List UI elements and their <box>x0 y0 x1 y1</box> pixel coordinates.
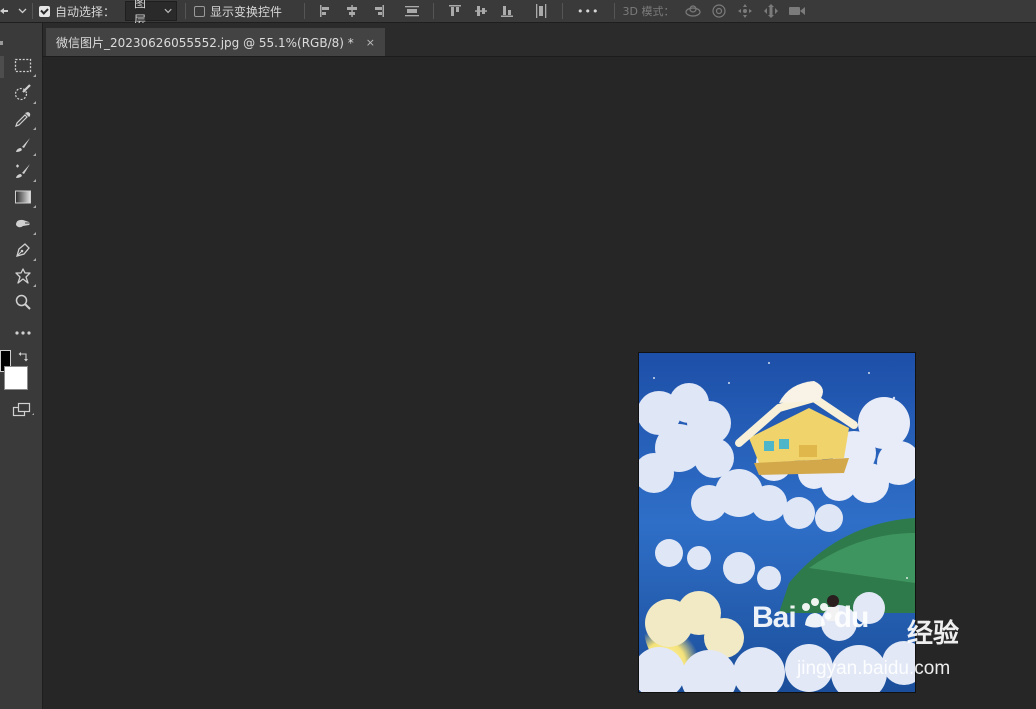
custom-shape-tool-icon <box>14 267 32 289</box>
align-top-icon[interactable] <box>442 0 468 22</box>
tool-more[interactable] <box>8 318 38 342</box>
3d-roll-icon[interactable] <box>706 0 732 22</box>
tool-brush[interactable] <box>8 135 38 159</box>
document-tab-bar: 微信图片_20230626055552.jpg @ 55.1%(RGB/8) *… <box>43 23 1036 57</box>
smudge-tool-icon <box>14 216 32 236</box>
tool-custom-shape[interactable] <box>8 266 38 290</box>
baidu-logo-suffix: du <box>833 601 870 634</box>
3d-orbit-icon[interactable] <box>680 0 706 22</box>
divider <box>562 3 564 19</box>
divider <box>304 3 306 19</box>
tool-zoom[interactable] <box>8 292 38 316</box>
3d-mode-label: 3D 模式： <box>622 5 675 18</box>
align-vertical-center-icon[interactable] <box>468 0 494 22</box>
more-options-button[interactable]: ••• <box>571 0 605 22</box>
gradient-tool-icon <box>14 189 32 209</box>
align-horizontal-center-icon[interactable] <box>339 0 365 22</box>
auto-select-target-dropdown[interactable]: 图层 <box>125 0 178 27</box>
jingyan-url: jingyan.baidu.com <box>797 658 951 679</box>
auto-select-label: 自动选择： <box>55 4 116 19</box>
move-tool-icon[interactable] <box>0 0 14 22</box>
3d-slide-icon[interactable] <box>758 0 784 22</box>
toolbar-grip <box>0 41 3 45</box>
tool-marquee[interactable] <box>8 56 38 80</box>
screen-mode-button[interactable] <box>12 402 34 418</box>
history-brush-tool-icon <box>14 162 32 184</box>
divider <box>32 3 33 19</box>
quick-selection-tool-icon <box>14 84 32 106</box>
tool-pen[interactable] <box>8 240 38 264</box>
swap-colors-icon[interactable] <box>18 348 30 362</box>
baidu-logo: Bai du <box>752 597 870 639</box>
brush-tool-icon <box>14 136 32 158</box>
tool-eyedropper[interactable] <box>8 109 38 133</box>
show-transform-checkbox[interactable] <box>194 5 206 17</box>
marquee-tool-icon <box>14 58 32 78</box>
chevron-down-icon <box>164 8 172 14</box>
align-left-icon[interactable] <box>313 0 339 22</box>
3d-camera-icon[interactable] <box>784 0 810 22</box>
baidu-jingyan-watermark: Bai du 经验 jingyan.baidu.com <box>752 597 992 687</box>
jingyan-chinese-label: 经验 <box>907 618 960 648</box>
tool-selected-indicator <box>0 56 4 78</box>
tool-preset-chevron-icon[interactable] <box>14 0 30 22</box>
divider <box>185 3 187 19</box>
auto-select-checkbox[interactable] <box>39 5 50 17</box>
distribute-horizontal-icon[interactable] <box>528 0 554 22</box>
close-tab-icon[interactable]: × <box>366 36 375 49</box>
document-tab[interactable]: 微信图片_20230626055552.jpg @ 55.1%(RGB/8) *… <box>46 28 385 56</box>
align-bottom-icon[interactable] <box>494 0 520 22</box>
align-right-icon[interactable] <box>365 0 391 22</box>
baidu-paw-icon <box>798 597 832 639</box>
tools-panel <box>0 23 43 709</box>
eyedropper-tool-icon <box>14 110 32 132</box>
more-options-icon: ••• <box>577 4 600 18</box>
show-transform-label: 显示变换控件 <box>210 4 283 19</box>
more-tools-icon <box>14 321 32 340</box>
tool-quick-selection[interactable] <box>8 83 38 107</box>
divider <box>613 3 615 19</box>
distribute-vertical-icon[interactable] <box>399 0 425 22</box>
background-color-swatch[interactable] <box>4 366 28 390</box>
divider <box>433 3 435 19</box>
document-tab-title: 微信图片_20230626055552.jpg @ 55.1%(RGB/8) * <box>56 35 354 50</box>
tool-gradient[interactable] <box>8 187 38 211</box>
screen-mode-icon <box>12 402 34 422</box>
tool-smudge[interactable] <box>8 214 38 238</box>
zoom-tool-icon <box>14 293 32 315</box>
3d-pan-icon[interactable] <box>732 0 758 22</box>
tool-history-brush[interactable] <box>8 161 38 185</box>
pen-tool-icon <box>14 241 32 263</box>
auto-select-toggle[interactable]: 自动选择： <box>39 0 115 22</box>
show-transform-toggle[interactable]: 显示变换控件 <box>194 0 282 22</box>
baidu-logo-prefix: Bai <box>752 601 797 634</box>
options-bar: 自动选择： 图层 显示变换控件 ••• 3D 模式： <box>0 0 1036 27</box>
